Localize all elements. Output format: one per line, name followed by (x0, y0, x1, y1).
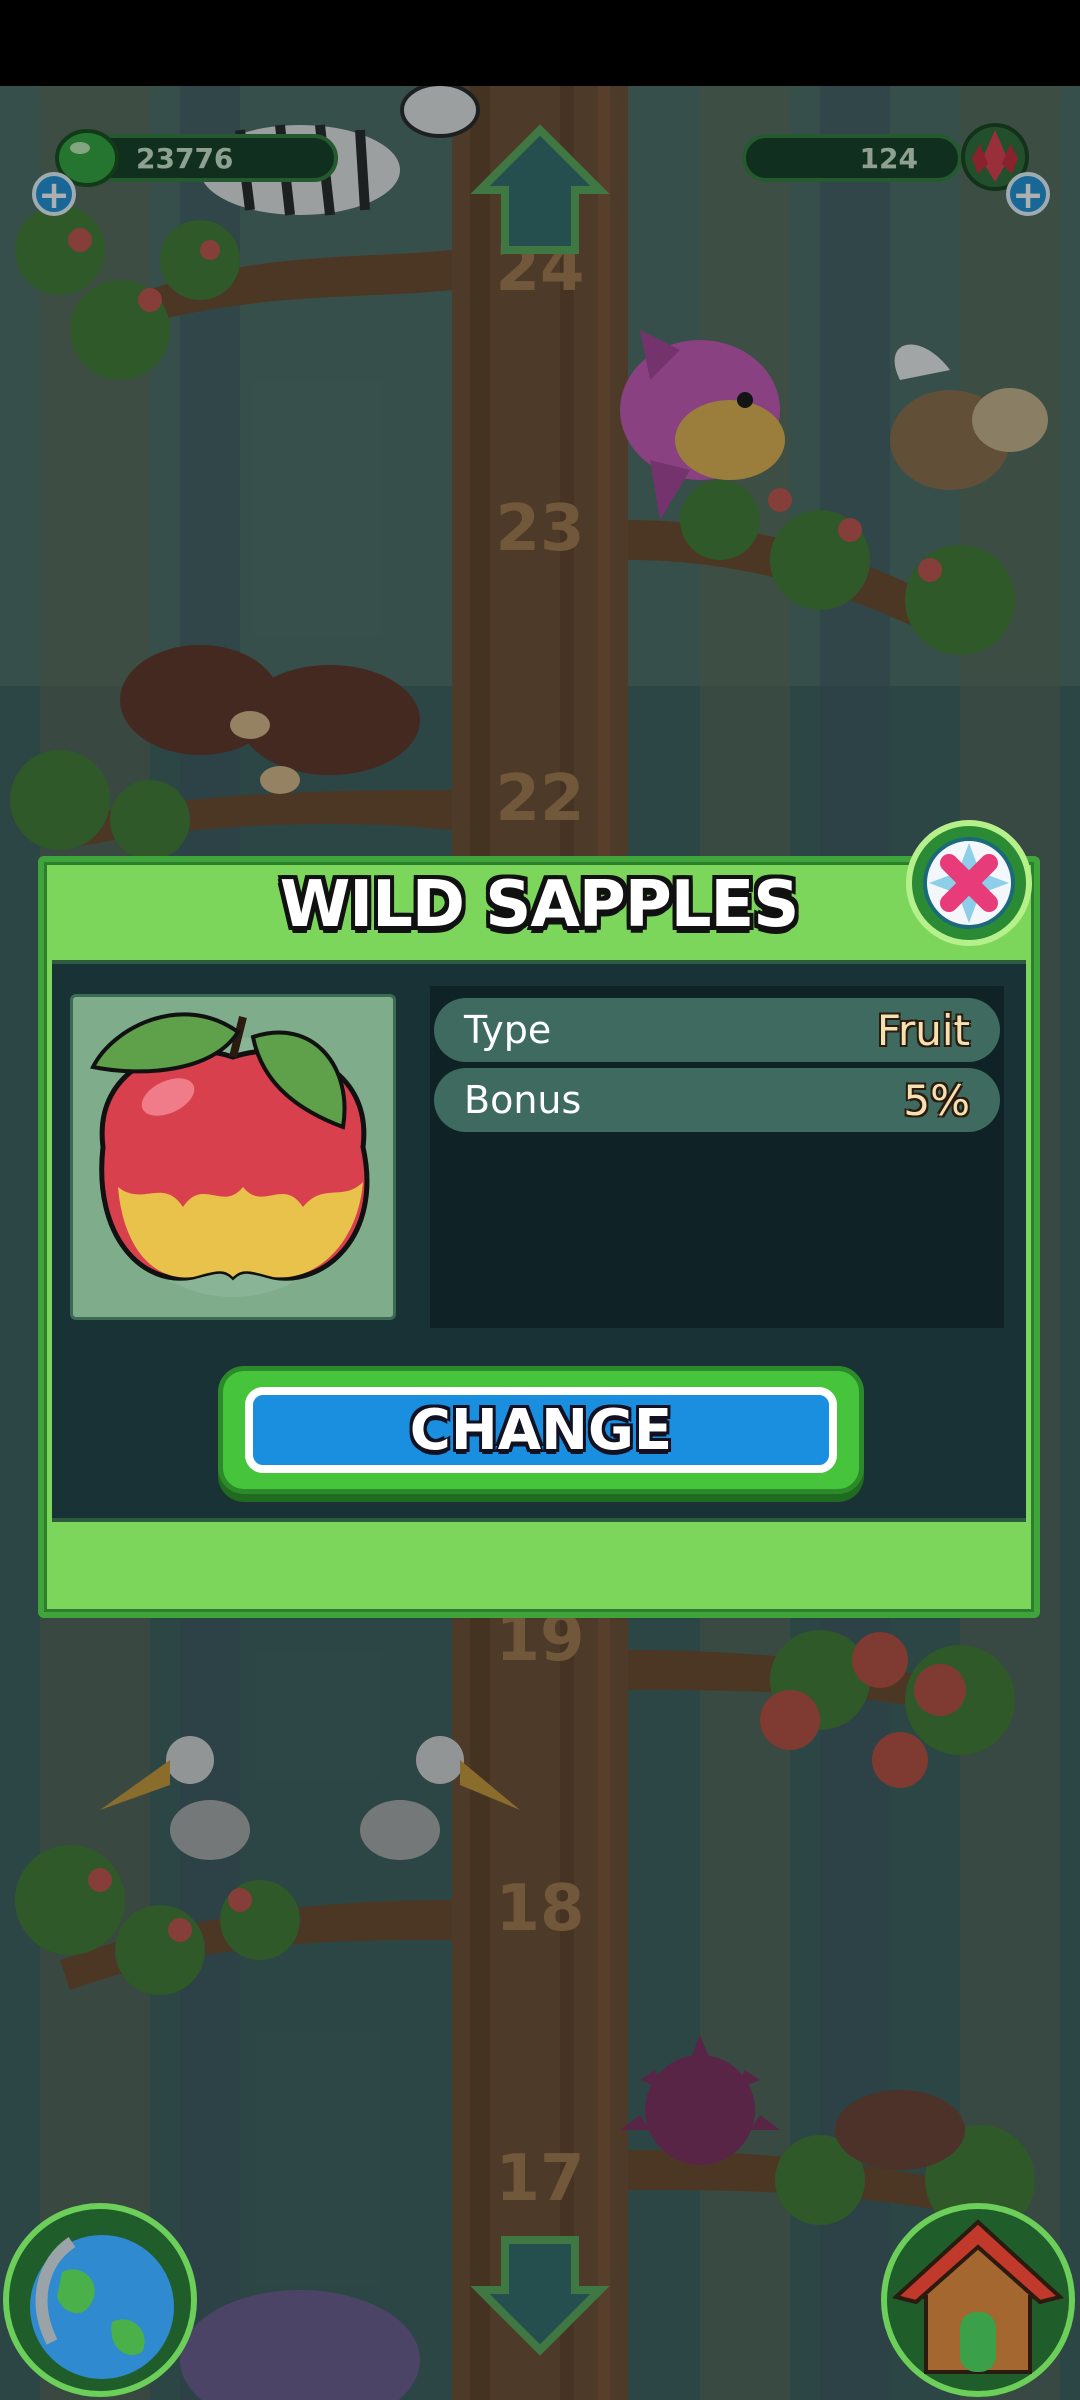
mole-critter (835, 2090, 965, 2170)
stat-bonus-value: 5% (903, 1075, 970, 1125)
stats-panel: Type Fruit Bonus 5% (430, 986, 1004, 1328)
stat-row-bonus: Bonus 5% (434, 1068, 1000, 1132)
stat-row-type: Type Fruit (434, 998, 1000, 1062)
stat-type-value: Fruit (876, 1005, 970, 1055)
level-marker-17: 17 (495, 2142, 584, 2216)
item-image-panel (70, 994, 396, 1320)
add-currency-right-button[interactable]: + (1006, 172, 1050, 216)
dialog-body: Type Fruit Bonus 5% CHANGE (52, 960, 1026, 1522)
stat-type-label: Type (464, 1008, 552, 1052)
currency-right-value: 124 (859, 141, 918, 175)
globe-icon[interactable] (2, 2202, 198, 2398)
level-marker-23: 23 (495, 492, 584, 566)
currency-counter-left: 23776 (88, 134, 338, 182)
level-marker-22: 22 (495, 762, 584, 836)
change-button-face[interactable]: CHANGE (245, 1387, 837, 1473)
level-marker-18: 18 (495, 1872, 584, 1946)
stat-bonus-label: Bonus (464, 1078, 582, 1122)
house-icon[interactable] (880, 2202, 1076, 2398)
currency-counter-right: 124 (742, 134, 962, 182)
currency-left-value: 23776 (136, 141, 234, 175)
item-dialog: WILD SAPPLES Type Fruit Bonus 5% CHANGE (38, 820, 1040, 1618)
status-bar (0, 0, 1080, 86)
change-button[interactable]: CHANGE (218, 1366, 864, 1494)
apple-icon (90, 1012, 370, 1297)
dialog-title: WILD SAPPLES (279, 868, 800, 942)
add-currency-left-button[interactable]: + (32, 172, 76, 216)
change-button-label: CHANGE (409, 1397, 673, 1463)
close-icon[interactable] (904, 818, 1034, 948)
